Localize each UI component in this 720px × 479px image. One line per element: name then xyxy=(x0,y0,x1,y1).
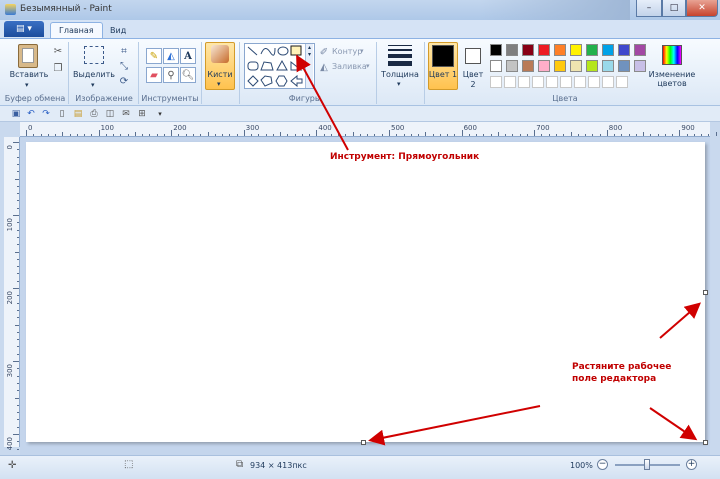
zoom-in-button[interactable]: + xyxy=(686,459,697,470)
arrow-to-rectangle-tool xyxy=(296,54,349,151)
canvas-dimensions: 934 × 413пкс xyxy=(250,461,307,470)
arrow-to-right-handle xyxy=(659,302,702,339)
arrow-to-corner-handle xyxy=(649,407,698,441)
zoom-out-button[interactable]: − xyxy=(597,459,608,470)
zoom-level: 100% xyxy=(570,461,593,470)
cursor-position-icon: ✛ xyxy=(8,460,17,471)
zoom-slider-thumb[interactable] xyxy=(644,459,650,470)
canvas-size-icon: ⧉ xyxy=(236,459,244,470)
selection-size-icon: ⬚ xyxy=(124,459,134,470)
arrow-to-bottom-handle xyxy=(368,405,541,446)
status-bar xyxy=(0,455,720,479)
annotation-arrows xyxy=(296,54,702,446)
